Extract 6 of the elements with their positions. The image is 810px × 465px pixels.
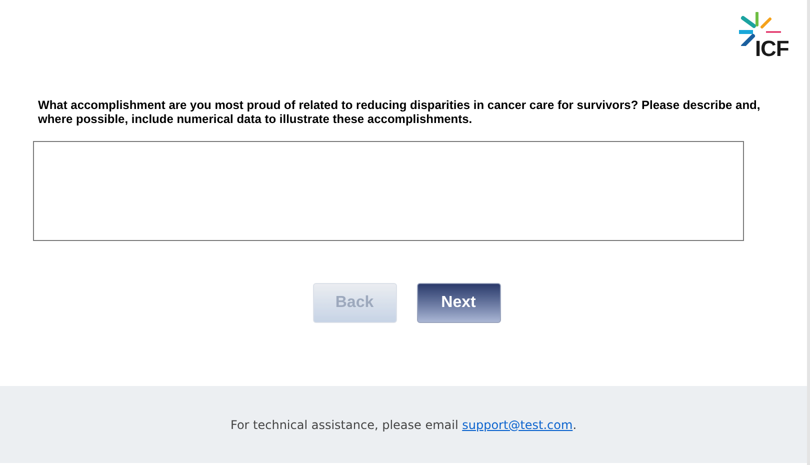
question-text: What accomplishment are you most proud of related to reducing disparities in cancer care for survivors? Please describe and, where possible, include numerical data to illustrate these accomplishments. bbox=[38, 98, 762, 126]
email-link[interactable]: support@test.com bbox=[462, 418, 573, 432]
answer-field[interactable] bbox=[33, 141, 744, 241]
footer-text: For technical assistance, please email support@test.com. bbox=[230, 416, 577, 434]
next-button[interactable]: Next bbox=[416, 283, 500, 323]
logo-text: ICF bbox=[755, 38, 789, 60]
